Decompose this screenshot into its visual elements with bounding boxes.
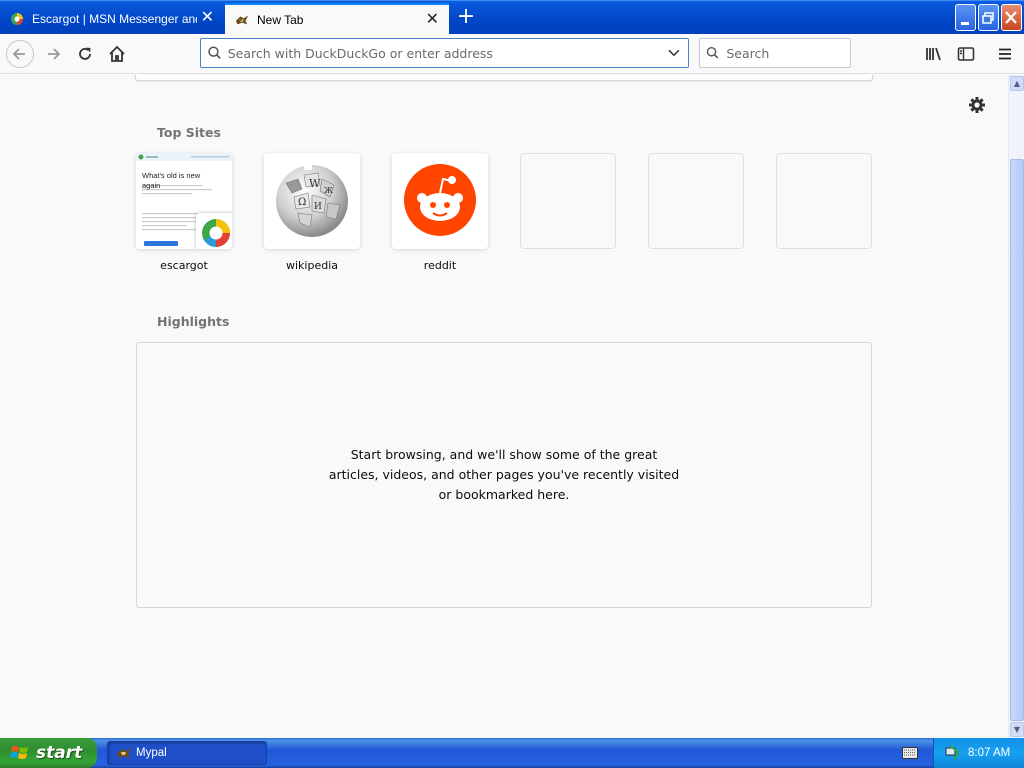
minimize-icon [961, 22, 969, 25]
vertical-scrollbar[interactable]: ▲ ▼ [1008, 75, 1024, 738]
close-tab-icon[interactable]: ✕ [426, 12, 439, 28]
svg-text:Ω: Ω [298, 197, 306, 208]
home-button[interactable] [103, 40, 131, 68]
back-arrow-icon [12, 48, 25, 60]
empty-site-tile[interactable] [648, 153, 744, 249]
reddit-icon [404, 164, 476, 236]
clock[interactable]: 8:07 AM [968, 747, 1010, 759]
close-window-button[interactable] [1001, 4, 1022, 31]
site-label: wikipedia [285, 259, 338, 272]
gear-icon[interactable] [966, 94, 988, 116]
forward-button[interactable] [39, 40, 67, 68]
top-sites-title: Top Sites [157, 125, 221, 140]
site-tile[interactable] [392, 153, 488, 249]
taskbar: start Mypal 8:07 AM [0, 738, 1024, 768]
tab-new-tab[interactable]: New Tab ✕ [225, 3, 449, 35]
windows-logo-icon [10, 746, 28, 759]
svg-text:Ж: Ж [324, 186, 333, 195]
search-box-remnant [135, 75, 873, 81]
escargot-preview-headline: What's old is new again [142, 171, 201, 190]
svg-text:W: W [309, 177, 321, 190]
escargot-favicon-icon [11, 13, 23, 25]
close-tab-icon[interactable]: ✕ [201, 10, 214, 26]
tab-escargot[interactable]: Escargot | MSN Messenger and W ✕ [0, 3, 224, 35]
reload-button[interactable] [71, 40, 99, 68]
empty-site-tile[interactable] [776, 153, 872, 249]
svg-text:И: И [314, 202, 322, 212]
system-tray: 8:07 AM [933, 738, 1024, 768]
back-button[interactable] [6, 40, 34, 68]
restore-button[interactable] [978, 4, 999, 31]
keyboard-icon[interactable] [902, 747, 918, 759]
search-icon [208, 46, 221, 59]
home-icon [109, 45, 125, 62]
highlights-title: Highlights [157, 314, 230, 329]
new-tab-button[interactable]: + [454, 6, 478, 30]
top-site-wikipedia[interactable]: W Ω И Ж wikipedia [264, 153, 360, 272]
scrollbar-thumb[interactable] [1010, 159, 1024, 721]
library-button[interactable] [920, 40, 948, 68]
hamburger-menu-icon [999, 48, 1011, 60]
taskbar-item-mypal[interactable]: Mypal [107, 741, 267, 765]
empty-site-tile[interactable] [520, 153, 616, 249]
top-site-empty[interactable] [648, 153, 744, 249]
scroll-up-arrow-icon[interactable]: ▲ [1010, 76, 1024, 91]
url-bar[interactable] [200, 38, 689, 68]
highlights-message: Start browsing, and we'll show some of t… [328, 447, 680, 502]
site-label: reddit [423, 259, 457, 272]
highlights-empty-state: Start browsing, and we'll show some of t… [136, 342, 872, 608]
forward-arrow-icon [48, 48, 61, 60]
top-site-reddit[interactable]: reddit [392, 153, 488, 272]
sidebar-icon [957, 47, 975, 61]
start-button[interactable]: start [0, 738, 97, 768]
top-site-empty[interactable] [520, 153, 616, 249]
site-tile[interactable]: What's old is new again [136, 153, 232, 249]
site-label: escargot [160, 259, 208, 272]
taskbar-item-label: Mypal [136, 747, 167, 759]
network-tray-icon[interactable] [944, 745, 960, 761]
start-label: start [36, 743, 83, 763]
site-tile[interactable]: W Ω И Ж [264, 153, 360, 249]
search-input[interactable] [726, 45, 850, 61]
restore-icon [982, 12, 994, 24]
reload-icon [79, 47, 91, 60]
tab-label: New Tab [257, 13, 304, 27]
close-icon [1005, 11, 1017, 24]
escargot-logo-icon [202, 219, 230, 247]
search-icon [706, 46, 719, 59]
escargot-logo-badge [196, 213, 232, 249]
scroll-down-arrow-icon[interactable]: ▼ [1010, 722, 1024, 737]
search-bar[interactable] [699, 38, 851, 68]
tab-label: Escargot | MSN Messenger and W [32, 12, 197, 26]
library-icon [926, 47, 941, 61]
wikipedia-globe-icon: W Ω И Ж [276, 163, 348, 237]
mypal-icon [117, 748, 131, 758]
url-input[interactable] [227, 45, 662, 61]
sidebar-button[interactable] [952, 40, 980, 68]
new-tab-page: Top Sites What's old is new again escarg… [0, 75, 1008, 738]
tab-strip: Escargot | MSN Messenger and W ✕ New Tab… [0, 0, 1024, 35]
top-site-escargot[interactable]: What's old is new again escargot [136, 153, 232, 272]
mypal-favicon-icon [235, 15, 249, 25]
navigation-toolbar [0, 34, 1024, 74]
menu-button[interactable] [991, 40, 1019, 68]
minimize-button[interactable] [955, 4, 976, 31]
top-site-empty[interactable] [776, 153, 872, 249]
chevron-down-icon[interactable] [661, 44, 688, 62]
